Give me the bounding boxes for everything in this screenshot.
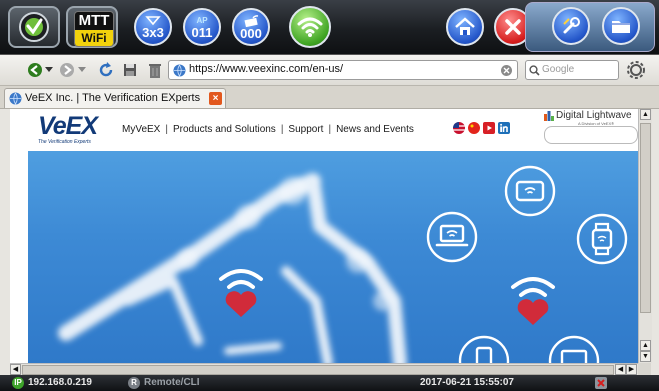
reload-icon (99, 62, 113, 77)
back-button[interactable] (26, 60, 44, 80)
settings-button[interactable] (625, 60, 647, 80)
mtt-wifi-badge: MTT WiFi (74, 11, 114, 47)
forward-arrow-icon (60, 63, 74, 77)
mtt-label: MTT (78, 12, 110, 29)
scroll-left-arrow[interactable]: ◀ (10, 364, 21, 375)
close-icon (505, 19, 521, 35)
menu-news[interactable]: News and Events (336, 124, 414, 135)
veex-logo-icon (19, 12, 49, 42)
notification-icon[interactable] (594, 376, 608, 390)
forward-button[interactable] (58, 60, 76, 80)
folder-icon (612, 21, 630, 33)
home-icon (455, 17, 475, 35)
youtube-icon[interactable] (483, 122, 495, 134)
veex-home-button[interactable] (8, 6, 60, 48)
site-header: VeEX The Verification Experts MyVeEX | Pro… (10, 109, 638, 151)
main-menu: MyVeEX | Products and Solutions | Support | Ne… (122, 124, 414, 135)
partner-logo-icon (544, 111, 554, 121)
menu-myveex[interactable]: MyVeEX (122, 124, 160, 135)
mtt-wifi-button[interactable]: MTT WiFi (66, 6, 118, 48)
search-placeholder: Google (542, 64, 575, 75)
back-arrow-icon (28, 63, 42, 77)
scroll-right-arrow[interactable]: ▶ (626, 364, 637, 375)
site-search-input[interactable] (544, 126, 638, 144)
status-bar: IP 192.168.0.219 R Remote/CLI 2017-06-21… (0, 375, 659, 391)
menu-products[interactable]: Products and Solutions (173, 124, 276, 135)
client-device-icon (244, 14, 259, 27)
veex-logo[interactable]: VeEX The Verification Experts (38, 112, 110, 146)
gear-icon (627, 61, 645, 79)
logo-text: VeEX (38, 112, 98, 140)
date-time: 2017-06-21 15:55:07 (420, 377, 514, 388)
browser-navbar: https://www.veexinc.com/en-us/ Google (0, 55, 659, 86)
scroll-corner (638, 363, 651, 375)
delete-button[interactable] (146, 60, 164, 80)
logo-tagline: The Verification Experts (38, 139, 91, 145)
wifi-heart-icon (511, 277, 555, 325)
wrench-icon (563, 17, 580, 34)
scroll-left-arrow-right[interactable]: ◀ (615, 364, 626, 375)
wifi-label: WiFi (75, 30, 113, 46)
clear-url-icon[interactable] (501, 65, 512, 76)
save-page-button[interactable] (121, 60, 139, 80)
tools-button[interactable] (552, 7, 590, 45)
url-text: https://www.veexinc.com/en-us/ (189, 63, 344, 75)
home-button[interactable] (446, 8, 484, 46)
chevron-down-icon (45, 67, 53, 72)
browser-window: https://www.veexinc.com/en-us/ Google Ve… (0, 55, 659, 376)
social-links (453, 122, 510, 134)
tools-group (525, 2, 655, 52)
us-flag-icon[interactable] (453, 122, 465, 134)
system-toolbar: MTT WiFi 3x3 AP 011 000 (0, 0, 659, 55)
ap-scan-button[interactable]: AP 011 (183, 8, 221, 46)
smartwatch-icon (576, 213, 628, 265)
remote-status-icon: R (128, 377, 140, 389)
files-button[interactable] (602, 7, 640, 45)
search-icon (529, 65, 540, 76)
remote-status: Remote/CLI (144, 377, 200, 388)
floppy-disk-icon (124, 64, 136, 76)
scroll-up-arrow-bottom[interactable]: ▲ (640, 340, 651, 351)
url-bar[interactable]: https://www.veexinc.com/en-us/ (168, 60, 518, 80)
web-page: VeEX The Verification Experts MyVeEX | Pro… (10, 109, 638, 363)
search-input[interactable]: Google (525, 60, 619, 80)
linkedin-icon[interactable] (498, 122, 510, 134)
tv-icon (548, 335, 600, 363)
tab-veex[interactable]: VeEX Inc. | The Verification EXperts × (4, 88, 226, 108)
scroll-up-arrow[interactable]: ▲ (640, 109, 651, 120)
mode-3x3-button[interactable]: 3x3 (134, 8, 172, 46)
partner-block: Digital Lightwave A Division of VeEX® (544, 109, 638, 151)
back-history-dropdown[interactable] (45, 60, 53, 80)
trash-icon (149, 63, 161, 78)
tablet-icon (504, 165, 556, 217)
client-scan-button[interactable]: 000 (232, 8, 270, 46)
ip-status-icon: IP (12, 377, 24, 389)
ip-address: 192.168.0.219 (28, 377, 92, 388)
tab-title: VeEX Inc. | The Verification EXperts (25, 92, 201, 104)
mode-label: 3x3 (142, 24, 164, 40)
globe-icon (9, 92, 22, 105)
ap-count: 011 (191, 25, 213, 40)
laptop-icon (426, 211, 478, 263)
wifi-icon (297, 17, 323, 37)
wifi-heart-icon (219, 269, 263, 317)
forward-history-dropdown[interactable] (78, 60, 86, 80)
phone-icon (458, 335, 510, 363)
menu-support[interactable]: Support (288, 124, 323, 135)
globe-icon (173, 64, 186, 77)
vertical-scroll-thumb[interactable] (640, 123, 651, 313)
partner-name[interactable]: Digital Lightwave (556, 110, 632, 121)
horizontal-scroll-thumb[interactable] (22, 365, 614, 375)
vertical-scrollbar[interactable]: ▲ ▲ ▼ (638, 109, 652, 363)
scroll-down-arrow[interactable]: ▼ (640, 351, 651, 362)
china-flag-icon[interactable] (468, 122, 480, 134)
client-count: 000 (240, 25, 262, 41)
antenna-icon (145, 15, 161, 25)
tab-bar: VeEX Inc. | The Verification EXperts × (0, 86, 659, 109)
chevron-down-icon (78, 67, 86, 72)
hero-banner (28, 151, 638, 363)
reload-button[interactable] (97, 60, 115, 80)
wifi-status-button[interactable] (289, 6, 331, 48)
close-tab-icon[interactable]: × (209, 92, 222, 105)
